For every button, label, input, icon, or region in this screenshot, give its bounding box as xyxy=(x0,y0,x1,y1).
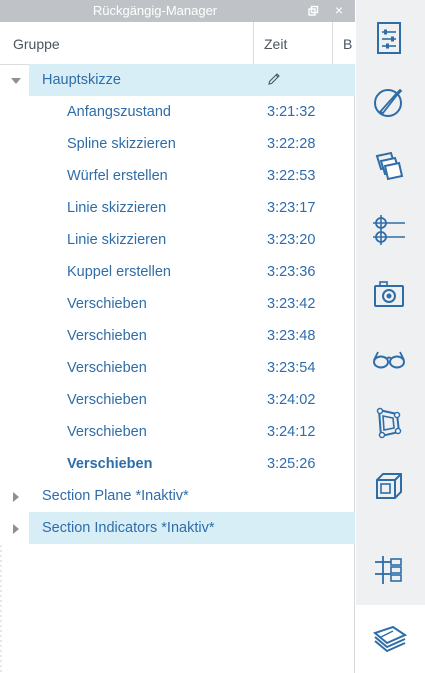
tray-button-solids[interactable] xyxy=(356,452,425,516)
history-entry[interactable]: Linie skizzieren 3:23:20 xyxy=(0,224,355,256)
components-icon xyxy=(376,407,402,439)
entry-label: Linie skizzieren xyxy=(67,232,167,248)
right-icon-toolbar xyxy=(356,0,425,673)
close-icon[interactable]: × xyxy=(332,2,346,18)
settings-panel-icon xyxy=(377,22,401,54)
group-label: Section Indicators *Inaktiv* xyxy=(42,520,215,536)
history-entry[interactable]: Anfangszustand 3:21:32 xyxy=(0,96,355,128)
section-box-icon xyxy=(376,473,402,499)
paint-brush-icon xyxy=(374,88,403,117)
entry-label: Verschieben xyxy=(67,392,147,408)
expanded-arrow-icon[interactable] xyxy=(10,75,22,87)
entry-time: 3:22:28 xyxy=(267,136,316,152)
entry-label: Würfel erstellen xyxy=(67,168,168,184)
glasses-icon xyxy=(373,351,405,369)
entry-time: 3:21:32 xyxy=(267,104,316,120)
undo-manager-icon xyxy=(372,625,407,653)
column-header: Gruppe Zeit B xyxy=(0,22,355,65)
history-entry[interactable]: Linie skizzieren 3:23:17 xyxy=(0,192,355,224)
history-entry[interactable]: Verschieben 3:23:42 xyxy=(0,288,355,320)
tray-button-materials[interactable] xyxy=(356,68,425,132)
camera-icon xyxy=(374,281,404,307)
entry-label: Verschieben xyxy=(67,328,147,344)
panel-titlebar[interactable]: Rückgängig-Manager × xyxy=(0,0,355,22)
column-time[interactable]: Zeit xyxy=(264,36,287,52)
pin-icon[interactable] xyxy=(306,4,320,18)
tray-button-entity-info[interactable] xyxy=(356,388,425,452)
column-separator[interactable] xyxy=(332,22,333,65)
tray-button-outliner[interactable] xyxy=(356,536,425,600)
entry-label: Anfangszustand xyxy=(67,104,171,120)
entry-time: 3:23:17 xyxy=(267,200,316,216)
group-label: Hauptskizze xyxy=(42,72,121,88)
tray-button-components[interactable] xyxy=(356,132,425,196)
entry-label: Verschieben xyxy=(67,360,147,376)
panel-title: Rückgängig-Manager xyxy=(92,3,218,18)
entry-label: Spline skizzieren xyxy=(67,136,176,152)
column-group[interactable]: Gruppe xyxy=(13,36,60,52)
entry-label: Verschieben xyxy=(67,424,147,440)
entry-time: 3:24:02 xyxy=(267,392,316,408)
entry-time: 3:23:48 xyxy=(267,328,316,344)
history-entry[interactable]: Verschieben 3:24:02 xyxy=(0,384,355,416)
tray-button-scenes[interactable] xyxy=(356,260,425,324)
entry-label: Verschieben xyxy=(67,456,153,472)
entry-label: Kuppel erstellen xyxy=(67,264,171,280)
entry-time: 3:24:12 xyxy=(267,424,316,440)
outliner-icon xyxy=(375,556,402,584)
undo-manager-panel: Rückgängig-Manager × Gruppe Zeit B Haupt… xyxy=(0,0,355,673)
entry-time: 3:23:42 xyxy=(267,296,316,312)
tray-button-undo-manager[interactable] xyxy=(356,605,425,673)
group-row-hauptskizze[interactable]: Hauptskizze xyxy=(0,64,355,96)
scroll-indicator[interactable] xyxy=(0,545,4,673)
tray-button-styles[interactable] xyxy=(356,324,425,388)
history-entry[interactable]: Würfel erstellen 3:22:53 xyxy=(0,160,355,192)
guides-icon xyxy=(373,215,405,245)
history-entry-current[interactable]: Verschieben 3:25:26 xyxy=(0,448,355,480)
column-third[interactable]: B xyxy=(343,36,352,52)
history-entry[interactable]: Spline skizzieren 3:22:28 xyxy=(0,128,355,160)
entry-label: Linie skizzieren xyxy=(67,200,167,216)
layers-stack-icon xyxy=(375,151,404,181)
column-separator[interactable] xyxy=(253,22,254,65)
entry-label: Verschieben xyxy=(67,296,147,312)
collapsed-arrow-icon[interactable] xyxy=(10,523,22,535)
history-entry[interactable]: Verschieben 3:23:48 xyxy=(0,320,355,352)
entry-time: 3:23:20 xyxy=(267,232,316,248)
entry-time: 3:25:26 xyxy=(267,456,316,472)
tray-button-guides[interactable] xyxy=(356,196,425,260)
entry-time: 3:23:36 xyxy=(267,264,316,280)
group-row-section-indicators[interactable]: Section Indicators *Inaktiv* xyxy=(0,512,355,544)
pencil-icon[interactable] xyxy=(266,71,282,87)
entry-time: 3:22:53 xyxy=(267,168,316,184)
entry-time: 3:23:54 xyxy=(267,360,316,376)
group-row-section-plane[interactable]: Section Plane *Inaktiv* xyxy=(0,480,355,512)
collapsed-arrow-icon[interactable] xyxy=(10,491,22,503)
history-entry[interactable]: Verschieben 3:23:54 xyxy=(0,352,355,384)
history-entry[interactable]: Verschieben 3:24:12 xyxy=(0,416,355,448)
group-label: Section Plane *Inaktiv* xyxy=(42,488,189,504)
history-entry[interactable]: Kuppel erstellen 3:23:36 xyxy=(0,256,355,288)
tray-button-settings[interactable] xyxy=(356,4,425,68)
